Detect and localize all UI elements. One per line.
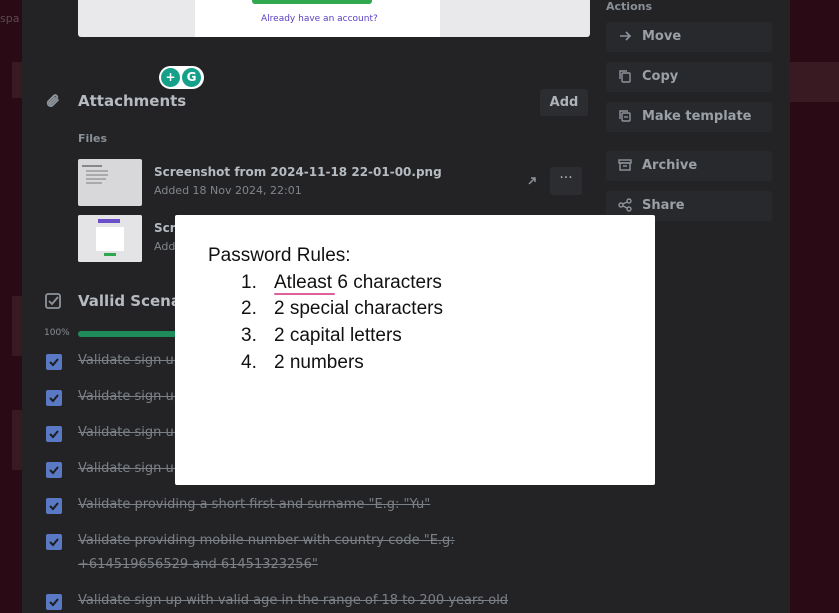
attachment-preview[interactable]: Already have an account? — [78, 0, 590, 37]
share-label: Share — [642, 198, 685, 213]
rule-number: 2. — [241, 298, 257, 319]
make-template-button[interactable]: Make template — [606, 102, 772, 132]
share-icon — [618, 198, 634, 214]
file-date: Add — [154, 240, 176, 253]
checklist-item[interactable]: Validate providing mobile number with co… — [78, 533, 455, 548]
template-icon — [618, 109, 634, 125]
arrow-right-icon — [618, 29, 634, 45]
attachments-title: Attachments — [78, 92, 187, 110]
checklist-checkbox[interactable] — [46, 498, 62, 514]
copy-button[interactable]: Copy — [606, 62, 772, 92]
archive-icon — [618, 158, 634, 174]
checklist-item[interactable]: Validate sign up — [78, 425, 182, 440]
add-attachment-button[interactable]: Add — [540, 89, 588, 116]
rule-number: 1. — [241, 272, 257, 293]
checklist-title[interactable]: Vallid Scenar — [78, 292, 188, 310]
file-thumbnail[interactable] — [78, 159, 142, 206]
rule-text: Atleast 6 characters — [274, 272, 442, 293]
checklist-checkbox[interactable] — [46, 354, 62, 370]
grammarly-widget[interactable]: + G — [159, 66, 204, 89]
rule-text: 2 numbers — [274, 352, 364, 373]
move-button[interactable]: Move — [606, 22, 772, 52]
backdrop-card — [790, 62, 839, 102]
rule-text: 2 capital letters — [274, 325, 402, 346]
make-template-label: Make template — [642, 109, 752, 124]
modal-title: Password Rules: — [208, 245, 351, 266]
backdrop-right — [790, 0, 839, 613]
grammarly-add-icon[interactable]: + — [161, 68, 180, 87]
archive-button[interactable]: Archive — [606, 151, 772, 181]
checklist-item[interactable]: Validate sign up — [78, 353, 182, 368]
open-external-icon[interactable] — [525, 174, 539, 188]
backdrop-left: spa — [0, 0, 22, 613]
checklist-checkbox[interactable] — [46, 426, 62, 442]
move-label: Move — [642, 29, 682, 44]
grammarly-g-icon[interactable]: G — [182, 68, 201, 87]
checklist-icon — [44, 292, 62, 310]
preview-login-link: Already have an account? — [261, 14, 378, 24]
rule-number: 4. — [241, 352, 257, 373]
checklist-item-continued[interactable]: +614519656529 and 61451323256" — [78, 557, 318, 572]
backdrop-card — [12, 62, 22, 98]
file-menu-button[interactable]: ··· — [550, 167, 582, 195]
copy-icon — [618, 69, 634, 85]
archive-label: Archive — [642, 158, 698, 173]
actions-label: Actions — [606, 0, 652, 13]
preview-signup-button — [252, 0, 372, 4]
backdrop-edge-text: spa — [0, 12, 20, 25]
files-label: Files — [78, 132, 108, 145]
rule-number: 3. — [241, 325, 257, 346]
checklist-checkbox[interactable] — [46, 462, 62, 478]
paperclip-icon — [44, 92, 62, 110]
spellcheck-underline — [274, 293, 335, 295]
checklist-item[interactable]: Validate sign up — [78, 389, 182, 404]
checklist-item[interactable]: Validate sign up — [78, 461, 182, 476]
checklist-checkbox[interactable] — [46, 390, 62, 406]
file-name[interactable]: Scr — [154, 221, 176, 235]
file-date: Added 18 Nov 2024, 22:01 — [154, 184, 302, 197]
backdrop-card — [12, 410, 22, 470]
checklist-checkbox[interactable] — [46, 594, 62, 610]
backdrop-card — [12, 296, 22, 356]
preview-page: Already have an account? — [195, 0, 440, 37]
checklist-item[interactable]: Validate providing a short first and sur… — [78, 497, 430, 512]
file-thumbnail[interactable] — [78, 215, 142, 262]
copy-label: Copy — [642, 69, 679, 84]
progress-label: 100% — [44, 328, 70, 338]
checklist-item[interactable]: Validate sign up with valid age in the r… — [78, 593, 508, 608]
image-preview-modal[interactable]: Password Rules: 1. Atleast 6 characters … — [175, 215, 655, 485]
file-name[interactable]: Screenshot from 2024-11-18 22-01-00.png — [154, 165, 442, 179]
checklist-checkbox[interactable] — [46, 534, 62, 550]
rule-text: 2 special characters — [274, 298, 443, 319]
